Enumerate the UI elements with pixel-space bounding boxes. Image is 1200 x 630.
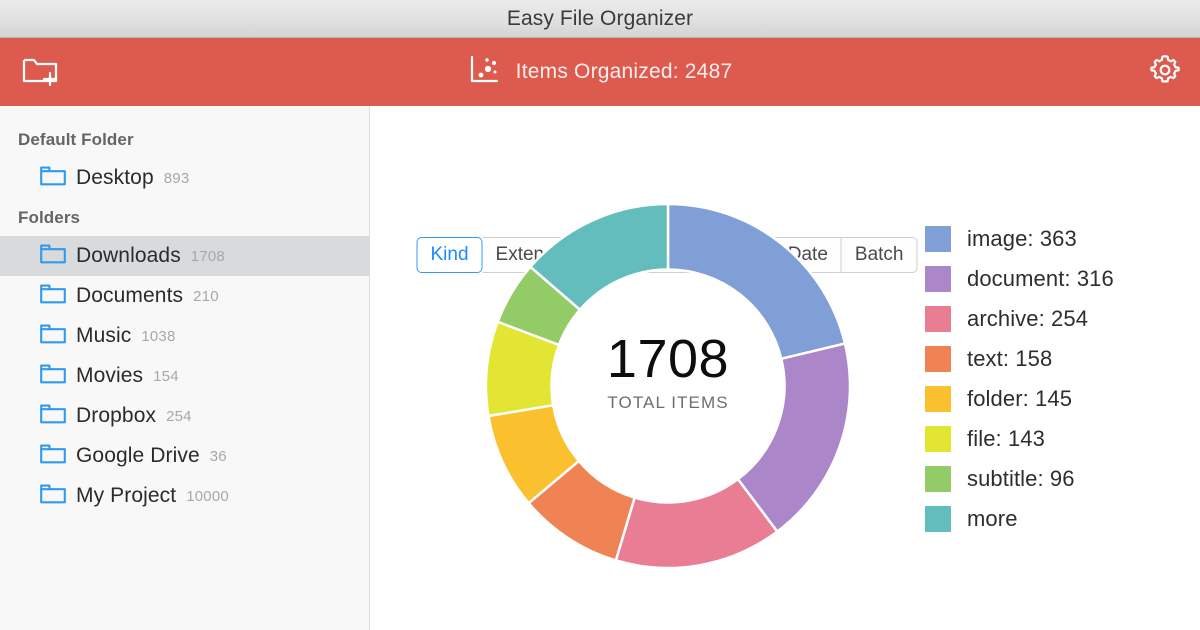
- folder-count: 10000: [186, 487, 229, 505]
- folder-icon: [40, 443, 66, 469]
- sidebar-item-dropbox[interactable]: Dropbox 254: [0, 396, 369, 436]
- folder-label: Downloads: [76, 244, 181, 267]
- legend-item-folder[interactable]: folder: 145: [925, 379, 1114, 419]
- folder-label: My Project: [76, 484, 177, 507]
- folder-count: 36: [209, 447, 227, 465]
- sidebar-sections: Default Folder Desktop 893 Folders Downloads…: [0, 120, 369, 516]
- legend-item-archive[interactable]: archive: 254: [925, 299, 1114, 339]
- folder-label: Documents: [76, 284, 184, 307]
- app-window: Easy File Organizer Items Organized: 248…: [0, 0, 1200, 630]
- legend-label: archive: 254: [967, 306, 1089, 331]
- folder-icon: [40, 323, 66, 349]
- sidebar-section-header: Default Folder: [18, 130, 134, 149]
- add-folder-icon: [22, 53, 60, 92]
- folder-label: Dropbox: [76, 404, 157, 427]
- legend-swatch-image: [925, 226, 951, 252]
- legend-swatch-file: [925, 426, 951, 452]
- legend-item-document[interactable]: document: 316: [925, 259, 1114, 299]
- chart-legend: image: 363 document: 316 archive: 254 text:…: [925, 219, 1114, 539]
- settings-button[interactable]: [1148, 38, 1182, 106]
- legend-label: document: 316: [967, 266, 1114, 291]
- items-organized-label: Items Organized: 2487: [515, 60, 733, 83]
- legend-item-more[interactable]: more: [925, 499, 1114, 539]
- donut-slice-image[interactable]: [666, 202, 847, 361]
- donut-chart: 1708 TOTAL ITEMS: [458, 176, 878, 596]
- title-bar: Easy File Organizer: [0, 0, 1200, 38]
- sidebar-section-header: Folders: [18, 208, 81, 227]
- legend-item-subtitle[interactable]: subtitle: 96: [925, 459, 1114, 499]
- add-folder-button[interactable]: [14, 38, 68, 106]
- toolbar-status[interactable]: Items Organized: 2487: [0, 38, 1200, 106]
- main-panel: KindExtensionFirst LetterSizeDateBatch 1…: [370, 106, 1200, 630]
- sidebar-item-music[interactable]: Music 1038: [0, 316, 369, 356]
- sidebar-item-desktop[interactable]: Desktop 893: [0, 158, 369, 198]
- chart-stats-icon: [468, 54, 502, 91]
- legend-item-image[interactable]: image: 363: [925, 219, 1114, 259]
- folder-icon: [40, 243, 66, 269]
- folder-label: Desktop: [76, 166, 154, 189]
- legend-swatch-document: [925, 266, 951, 292]
- legend-swatch-subtitle: [925, 466, 951, 492]
- folder-count: 1038: [141, 327, 176, 345]
- folder-label: Google Drive: [76, 444, 200, 467]
- legend-label: folder: 145: [967, 386, 1073, 411]
- legend-item-file[interactable]: file: 143: [925, 419, 1114, 459]
- folder-icon: [40, 165, 66, 191]
- donut-svg: [484, 202, 852, 570]
- legend-swatch-folder: [925, 386, 951, 412]
- legend-swatch-more: [925, 506, 951, 532]
- folder-icon: [40, 483, 66, 509]
- sidebar: Default Folder Desktop 893 Folders Downloads…: [0, 106, 370, 630]
- legend-item-text[interactable]: text: 158: [925, 339, 1114, 379]
- sidebar-item-google-drive[interactable]: Google Drive 36: [0, 436, 369, 476]
- toolbar: Items Organized: 2487: [0, 38, 1200, 106]
- window-title: Easy File Organizer: [506, 6, 694, 30]
- gear-icon: [1148, 53, 1182, 92]
- folder-count: 254: [166, 407, 192, 425]
- legend-label: more: [967, 506, 1018, 531]
- legend-label: file: 143: [967, 426, 1045, 451]
- legend-label: image: 363: [967, 226, 1077, 251]
- body: Default Folder Desktop 893 Folders Downloads…: [0, 106, 1200, 630]
- sidebar-item-movies[interactable]: Movies 154: [0, 356, 369, 396]
- folder-count: 210: [193, 287, 219, 305]
- folder-count: 154: [153, 367, 179, 385]
- folder-icon: [40, 403, 66, 429]
- sidebar-item-documents[interactable]: Documents 210: [0, 276, 369, 316]
- folder-icon: [40, 283, 66, 309]
- folder-icon: [40, 363, 66, 389]
- folder-count: 893: [163, 169, 190, 187]
- sidebar-item-downloads[interactable]: Downloads 1708: [0, 236, 369, 276]
- folder-count: 1708: [190, 247, 225, 265]
- legend-label: text: 158: [967, 346, 1053, 371]
- sidebar-item-my-project[interactable]: My Project 10000: [0, 476, 369, 516]
- legend-swatch-text: [925, 346, 951, 372]
- folder-label: Movies: [76, 364, 144, 387]
- legend-swatch-archive: [925, 306, 951, 332]
- legend-label: subtitle: 96: [967, 466, 1075, 491]
- folder-label: Music: [76, 324, 132, 347]
